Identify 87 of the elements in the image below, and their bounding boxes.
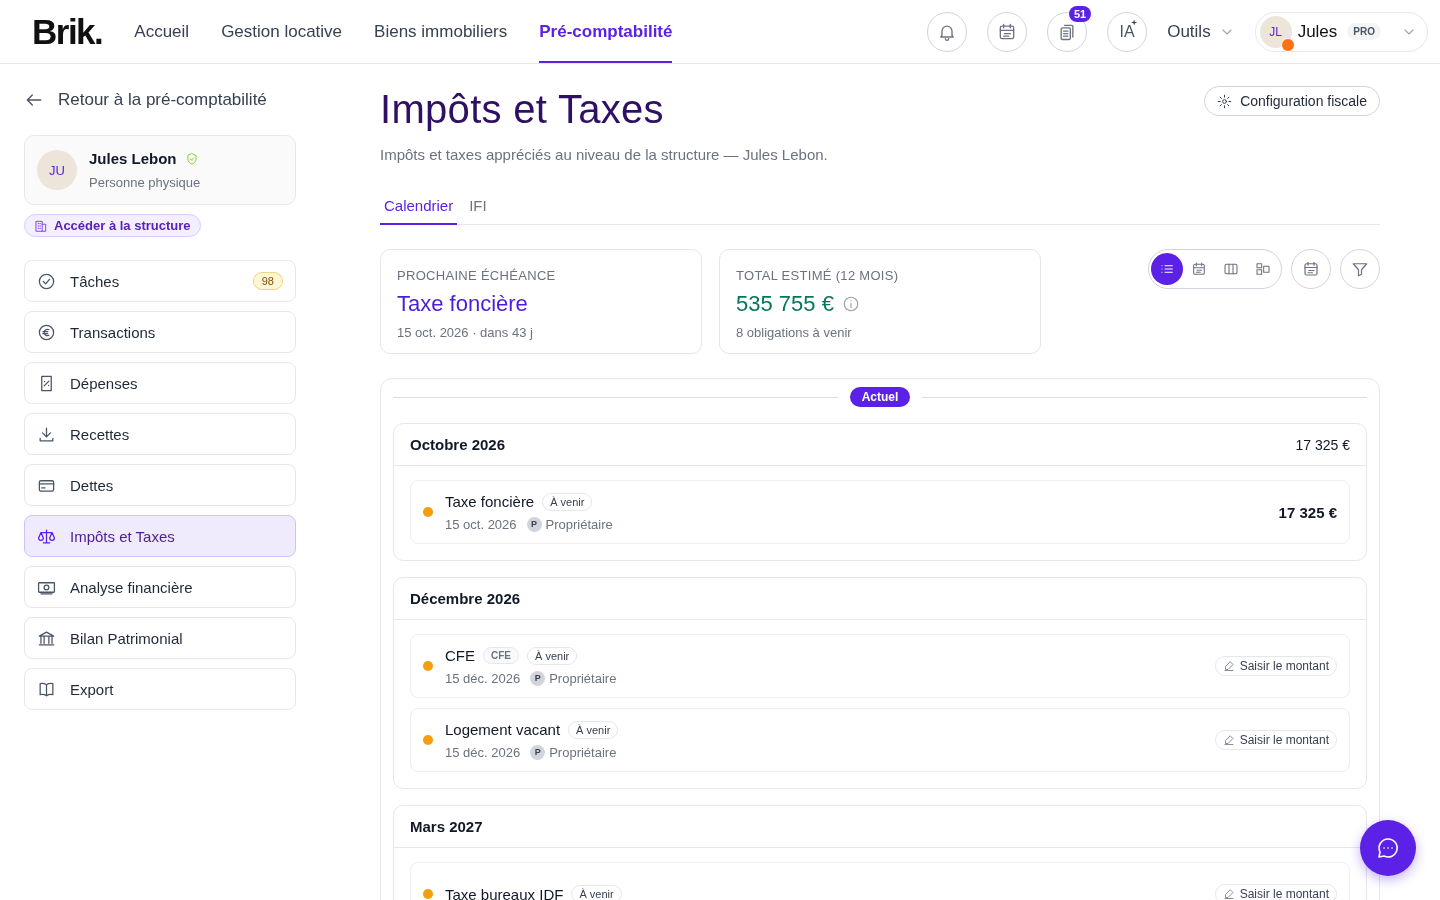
month-title: Décembre 2026: [410, 590, 521, 607]
sidebar-item[interactable]: Tâches 98: [24, 260, 296, 302]
status-dot: [423, 661, 433, 671]
sidebar-item[interactable]: Impôts et Taxes: [24, 515, 296, 557]
calendar-icon: [1191, 261, 1207, 277]
check-circle-icon: [37, 271, 56, 291]
calendar-icon: [1302, 260, 1320, 278]
owner-label: Propriétaire: [549, 670, 617, 686]
nav-tab[interactable]: Gestion locative: [221, 0, 343, 63]
event-name: Taxe bureaux IDF: [445, 885, 564, 900]
filter-button[interactable]: [1340, 249, 1380, 289]
owner-avatar: P: [530, 670, 546, 686]
card-label: TOTAL ESTIMÉ (12 MOIS): [736, 268, 900, 283]
tab[interactable]: Calendrier: [380, 189, 458, 225]
profile-type: Personne physique: [89, 175, 201, 190]
nav-tab[interactable]: Accueil: [134, 0, 190, 63]
sparkle-icon: [1131, 19, 1138, 26]
status-dot: [423, 735, 433, 745]
tax-event-card[interactable]: Taxe bureaux IDF À venir Saisir le montant: [410, 862, 1350, 900]
sidebar-item[interactable]: Analyse financière: [24, 566, 296, 608]
blocks-icon: [1255, 261, 1271, 277]
tax-event-card[interactable]: Logement vacant À venir 15 déc. 2026 P Propriétaire Saisir le montant: [410, 708, 1350, 772]
card-value: Taxe foncière: [397, 291, 528, 317]
page-subtitle: Impôts et taxes appréciés au niveau de la structure — Jules Lebon.: [380, 146, 829, 163]
event-name: Logement vacant: [445, 721, 561, 738]
back-link[interactable]: Retour à la pré-comptabilité: [24, 90, 267, 110]
event-date: 15 oct. 2026: [445, 516, 517, 532]
enter-amount-button[interactable]: Saisir le montant: [1214, 730, 1337, 750]
page-title: Impôts et Taxes: [380, 86, 664, 132]
user-name: Jules: [1297, 21, 1338, 42]
tax-event-card[interactable]: Taxe foncière À venir 15 oct. 2026 P Propriétaire 17 325 €: [410, 480, 1350, 544]
owner-label: Propriétaire: [545, 516, 613, 532]
enter-amount-button[interactable]: Saisir le montant: [1214, 884, 1337, 900]
pencil-icon: [1222, 660, 1235, 672]
card-detail: 15 oct. 2026 · dans 43 j: [397, 325, 534, 340]
tax-config-button[interactable]: Configuration fiscale: [1204, 86, 1380, 116]
month-title: Octobre 2026: [410, 436, 506, 453]
chat-icon: [1376, 836, 1400, 860]
nav-tab[interactable]: Biens immobiliers: [374, 0, 508, 63]
profile-avatar: JU: [37, 150, 77, 190]
tab[interactable]: IFI: [465, 189, 491, 225]
nav-tab[interactable]: Pré-comptabilité: [539, 0, 673, 63]
event-date: 15 déc. 2026: [445, 670, 521, 686]
month-title: Mars 2027: [410, 818, 483, 835]
columns-icon: [1223, 261, 1239, 277]
card-value: 535 755 €: [736, 291, 834, 317]
tax-event-card[interactable]: CFE CFE À venir 15 déc. 2026 P Propriétaire Saisir le montant: [410, 634, 1350, 698]
sidebar-item[interactable]: Transactions: [24, 311, 296, 353]
status-dot: [423, 889, 433, 899]
sidebar-item[interactable]: Bilan Patrimonial: [24, 617, 296, 659]
owner-avatar: P: [526, 516, 542, 532]
count-badge: 51: [1068, 5, 1092, 22]
enter-amount-button[interactable]: Saisir le montant: [1214, 656, 1337, 676]
event-amount: 17 325 €: [1278, 503, 1337, 521]
sidebar-item[interactable]: Recettes: [24, 413, 296, 455]
card-detail: 8 obligations à venir: [736, 325, 853, 340]
card-label: PROCHAINE ÉCHÉANCE: [397, 268, 557, 283]
event-name: CFE: [445, 647, 475, 664]
month-total: 17 325 €: [1295, 436, 1350, 453]
plan-badge: PRO: [1347, 23, 1381, 40]
profile-name: Jules Lebon: [89, 150, 177, 167]
euro-icon: [37, 322, 56, 342]
tools-menu[interactable]: Outils: [1167, 21, 1235, 42]
owner-label: Propriétaire: [549, 744, 617, 760]
sidebar-item[interactable]: Dépenses: [24, 362, 296, 404]
calendar-button[interactable]: [1291, 249, 1331, 289]
view-mode-button[interactable]: [1151, 253, 1183, 285]
user-menu[interactable]: JL Jules PRO: [1254, 11, 1428, 52]
sidebar-item[interactable]: Export: [24, 668, 296, 710]
code-tag: CFE: [483, 647, 519, 664]
event-date: 15 déc. 2026: [445, 744, 521, 760]
sidebar-item[interactable]: Dettes: [24, 464, 296, 506]
ai-button[interactable]: IA: [1107, 11, 1148, 52]
building-icon: [34, 218, 48, 233]
brand-logo[interactable]: Brik.: [32, 11, 103, 52]
count-badge: 98: [252, 272, 283, 290]
filter-icon: [1351, 260, 1369, 278]
settings-icon: [1217, 93, 1233, 109]
current-marker-badge: Actuel: [849, 387, 911, 407]
chat-button[interactable]: [1360, 820, 1416, 876]
status-dot: [423, 507, 433, 517]
owner-avatar: P: [530, 744, 546, 760]
pencil-icon: [1222, 888, 1235, 900]
clipboard-button[interactable]: [1047, 11, 1088, 52]
pencil-icon: [1222, 734, 1235, 746]
structure-link[interactable]: Accéder à la structure: [24, 214, 201, 237]
event-name: Taxe foncière: [445, 493, 535, 510]
